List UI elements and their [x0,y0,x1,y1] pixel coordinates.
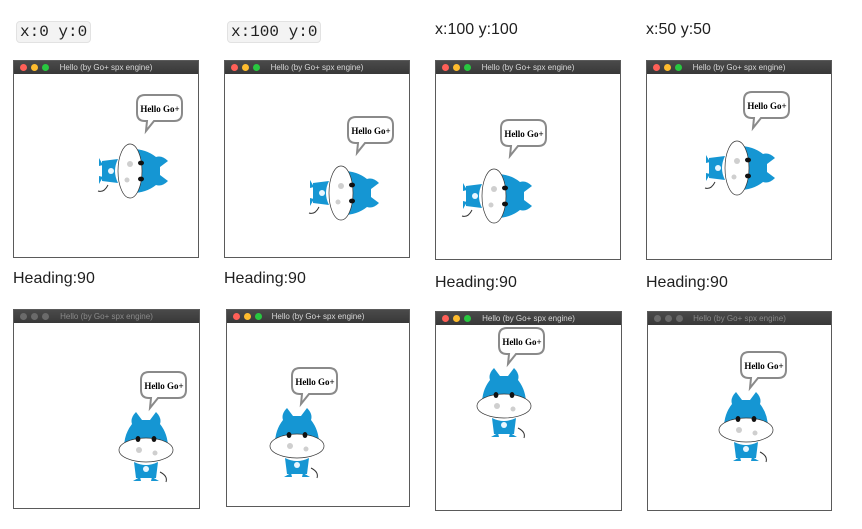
cow-sprite: Hello Go+ [718,351,787,463]
heading-label: Heading:90 [224,270,306,287]
heading-label: Heading:90 [646,274,728,291]
cow-sprite: Hello Go+ [308,116,394,221]
speech-text: Hello Go+ [744,361,783,371]
coord-label: x:100 y:0 [227,21,322,43]
speech-text: Hello Go+ [140,104,179,114]
app-window: Hello (by Go+ spx engine) Hello Go+ [226,309,410,507]
app-window: Hello (by Go+ spx engine) Hello Go+ [647,311,832,511]
cow-sprite: Hello Go+ [461,119,547,224]
coord-label: x:50 y:50 [646,21,711,38]
app-window: Hello (by Go+ spx engine) Hello Go+ [646,60,832,260]
app-window: Hello (by Go+ spx engine) Hello Go+ [435,60,621,260]
coord-label: x:100 y:100 [435,21,518,38]
heading-label: Heading:90 [13,270,95,287]
speech-text: Hello Go+ [502,337,541,347]
app-window: Hello (by Go+ spx engine) Hello Go+ [435,311,622,511]
speech-text: Hello Go+ [144,381,183,391]
speech-text: Hello Go+ [747,101,786,111]
app-window: Hello (by Go+ spx engine) Hello Go+ [224,60,410,258]
speech-text: Hello Go+ [504,129,543,139]
coord-label: x:0 y:0 [16,21,92,43]
speech-text: Hello Go+ [351,126,390,136]
cow-sprite: Hello Go+ [704,91,790,196]
cow-sprite: Hello Go+ [118,371,187,483]
cow-sprite: Hello Go+ [269,367,338,479]
cow-sprite: Hello Go+ [97,94,183,199]
speech-text: Hello Go+ [295,377,334,387]
heading-label: Heading:90 [435,274,517,291]
app-window: Hello (by Go+ spx engine) Hello Go+ [13,60,199,258]
app-window: Hello (by Go+ spx engine) Hello Go+ [13,309,200,509]
cow-sprite: Hello Go+ [476,327,545,439]
